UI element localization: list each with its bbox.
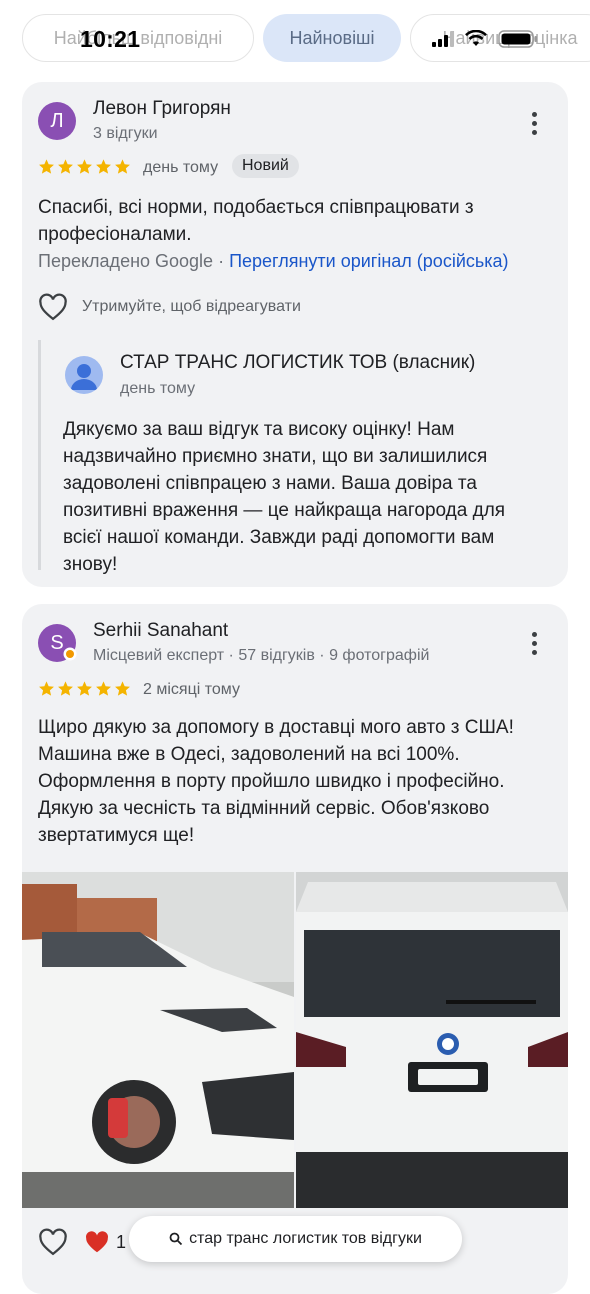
car-rear-image xyxy=(296,872,568,1208)
owner-reply: СТАР ТРАНС ЛОГИСТИК ТОВ (власник) день т… xyxy=(38,340,551,575)
more-options-icon[interactable] xyxy=(532,632,538,659)
review-reactions: 1 xyxy=(38,1228,126,1256)
translated-by-label: Перекладено Google xyxy=(38,251,214,271)
car-front-image xyxy=(22,872,294,1208)
new-badge: Новий xyxy=(232,154,299,178)
person-icon xyxy=(71,364,97,390)
review-photo-car-front[interactable] xyxy=(22,872,294,1208)
signal-icon xyxy=(432,31,454,47)
reaction-count: 1 xyxy=(116,1231,127,1252)
status-time: 10:21 xyxy=(80,26,141,52)
owner-reply-text: Дякуємо за ваш відгук та високу оцінку! … xyxy=(63,419,506,575)
review-date: день тому xyxy=(143,159,219,176)
heart-outline-icon[interactable] xyxy=(38,1228,68,1256)
star-icon xyxy=(39,159,54,174)
star-icon xyxy=(115,159,130,174)
battery-icon xyxy=(498,30,537,48)
review-card: Л Левон Григорян 3 відгуки день тому Нов… xyxy=(22,82,568,587)
translation-note: Перекладено Google · Переглянути оригіна… xyxy=(38,251,509,272)
local-guide-badge-icon xyxy=(63,647,77,661)
author-name[interactable]: Serhii Sanahant xyxy=(93,620,228,642)
owner-avatar xyxy=(65,356,103,394)
star-icon xyxy=(77,681,92,696)
author-name[interactable]: Левон Григорян xyxy=(93,98,231,120)
heart-outline-icon[interactable] xyxy=(38,293,68,321)
react-row: Утримуйте, щоб відреагувати xyxy=(38,293,301,321)
star-icon xyxy=(39,681,54,696)
author-meta: Місцевий експерт · 57 відгуків · 9 фотог… xyxy=(93,647,430,664)
search-suggestion-pill[interactable]: стар транс логистик тов відгуки xyxy=(129,1216,462,1262)
react-hint: Утримуйте, щоб відреагувати xyxy=(82,298,301,315)
star-icon xyxy=(96,681,111,696)
review-date: 2 місяці тому xyxy=(143,681,240,698)
star-icon xyxy=(58,159,73,174)
heart-filled-icon xyxy=(86,1231,109,1253)
review-photo-car-rear[interactable] xyxy=(296,872,568,1208)
owner-reply-date: день тому xyxy=(120,380,196,397)
star-rating xyxy=(38,680,131,697)
search-icon xyxy=(169,1232,183,1246)
more-options-icon[interactable] xyxy=(532,112,538,139)
review-card: S Serhii Sanahant Місцевий експерт · 57 … xyxy=(22,604,568,1294)
star-icon xyxy=(115,681,130,696)
chip-newest[interactable]: Найновіші xyxy=(263,14,401,62)
translated-separator: · xyxy=(213,251,230,271)
star-rating xyxy=(38,158,131,175)
view-original-link[interactable]: Переглянути оригінал (російська) xyxy=(229,251,508,271)
review-text: Щиро дякую за допомогу в доставці мого а… xyxy=(38,717,514,846)
avatar[interactable]: Л xyxy=(38,102,76,140)
review-text: Спасибі, всі норми, подобається співпрац… xyxy=(38,197,474,245)
star-icon xyxy=(96,159,111,174)
author-meta: 3 відгуки xyxy=(93,125,158,142)
status-icons xyxy=(432,30,538,48)
owner-name: СТАР ТРАНС ЛОГИСТИК ТОВ (власник) xyxy=(120,352,476,373)
star-icon xyxy=(77,159,92,174)
star-icon xyxy=(58,681,73,696)
wifi-icon xyxy=(465,30,487,46)
search-pill-label: стар транс логистик тов відгуки xyxy=(189,1230,422,1247)
review-photos xyxy=(22,872,568,1208)
